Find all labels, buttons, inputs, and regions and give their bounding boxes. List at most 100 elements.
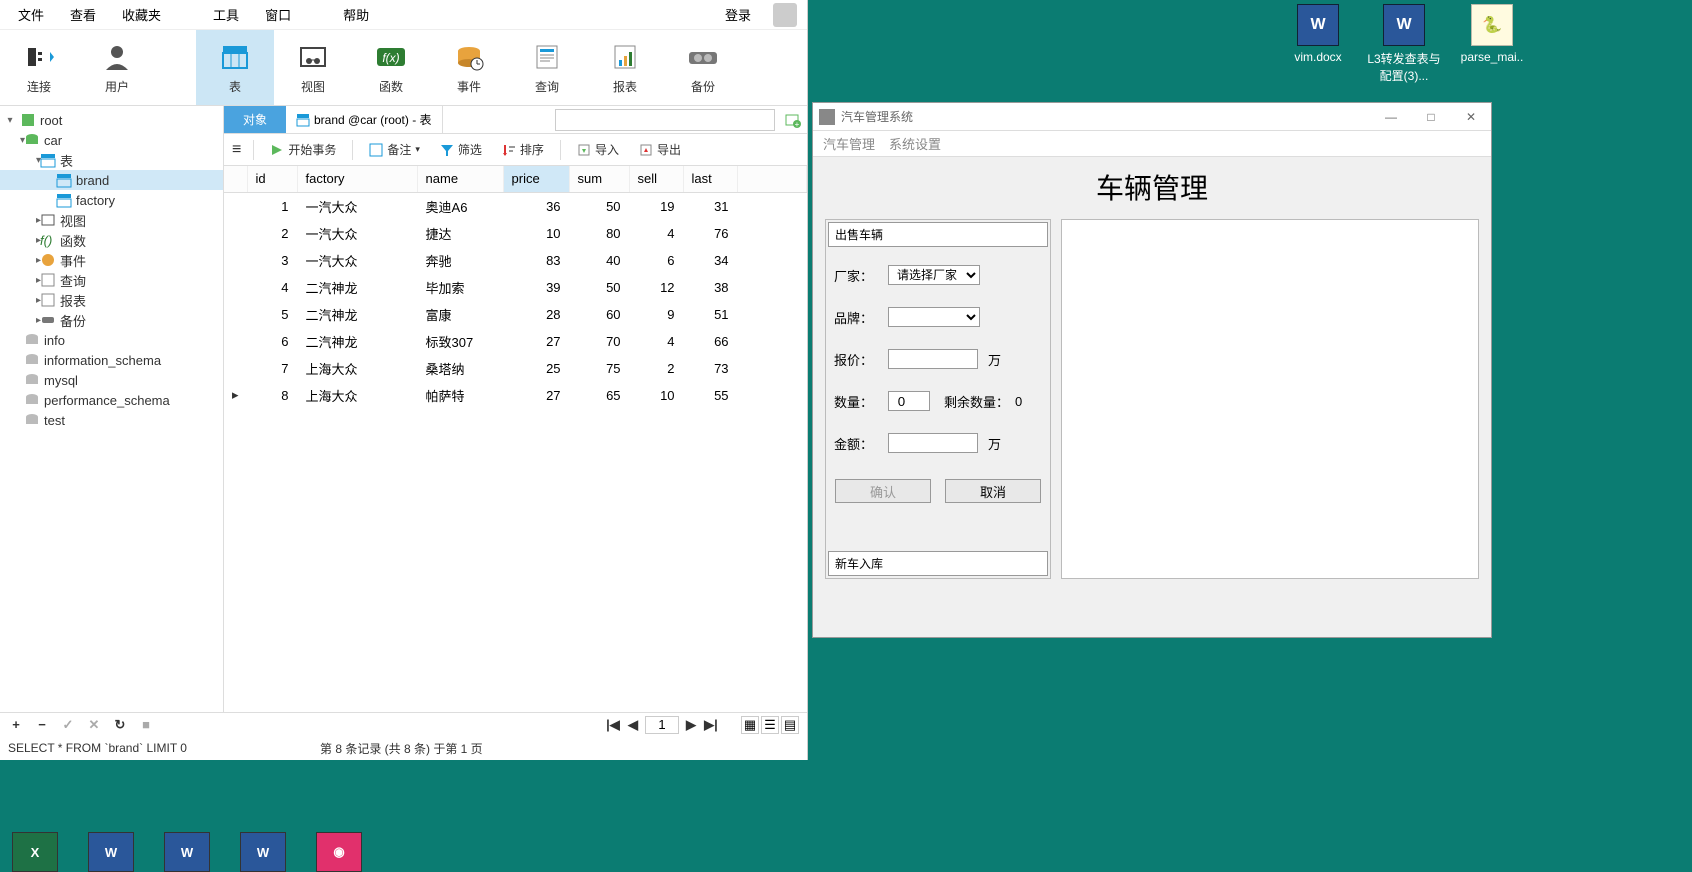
prev-page-button[interactable]: ◀ <box>625 717 641 733</box>
table-row[interactable]: 2一汽大众捷达 1080 476 <box>224 220 807 247</box>
filter-button[interactable]: 筛选 <box>436 139 486 160</box>
tab-objects[interactable]: 对象 <box>224 106 286 133</box>
menu-file[interactable]: 文件 <box>10 1 52 28</box>
toolbar-table-label: 表 <box>229 78 241 95</box>
maximize-button[interactable]: □ <box>1411 103 1451 131</box>
tree-queries[interactable]: ▸查询 <box>0 270 223 290</box>
toolbar-report[interactable]: 报表 <box>586 30 664 105</box>
table-row[interactable]: 7上海大众桑塔纳 2575 273 <box>224 355 807 382</box>
desktop-icon-vim[interactable]: W vim.docx <box>1280 4 1356 64</box>
grid-view-icon[interactable]: ▦ <box>741 716 759 734</box>
tree-reports[interactable]: ▸报表 <box>0 290 223 310</box>
hamburger-icon[interactable]: ≡ <box>232 141 241 159</box>
amount-input[interactable] <box>888 433 978 453</box>
table-row[interactable]: 1一汽大众奥迪A6 3650 1931 <box>224 192 807 220</box>
task-excel-icon[interactable]: X <box>12 832 58 872</box>
brand-select[interactable] <box>888 307 980 327</box>
desktop-icon-l3[interactable]: W L3转发查表与配置(3)... <box>1366 4 1442 84</box>
toolbar-table[interactable]: 表 <box>196 30 274 105</box>
commit-button[interactable]: ✓ <box>60 717 76 733</box>
tree-db-test[interactable]: test <box>0 410 223 430</box>
close-button[interactable]: ✕ <box>1451 103 1491 131</box>
tree-events[interactable]: ▸事件 <box>0 250 223 270</box>
col-last[interactable]: last <box>683 166 737 192</box>
last-page-button[interactable]: ▶| <box>703 717 719 733</box>
table-row[interactable]: 5二汽神龙富康 2860 951 <box>224 301 807 328</box>
avatar-icon[interactable] <box>773 3 797 27</box>
newcar-section-header[interactable]: 新车入库 <box>828 551 1048 576</box>
form-view-icon[interactable]: ☰ <box>761 716 779 734</box>
factory-label: 厂家： <box>834 266 882 285</box>
toolbar-backup[interactable]: 备份 <box>664 30 742 105</box>
tree-backups[interactable]: ▸备份 <box>0 310 223 330</box>
import-button[interactable]: 导入 <box>573 139 623 160</box>
tree-tables[interactable]: ▾表 <box>0 150 223 170</box>
cancel-button[interactable]: ✕ <box>86 717 102 733</box>
tree-views[interactable]: ▸视图 <box>0 210 223 230</box>
tree-db-mysql[interactable]: mysql <box>0 370 223 390</box>
sort-button[interactable]: 排序 <box>498 139 548 160</box>
task-app-icon[interactable]: ◉ <box>316 832 362 872</box>
menu-help[interactable]: 帮助 <box>335 1 377 28</box>
add-row-button[interactable]: + <box>8 717 24 732</box>
qty-input[interactable] <box>888 391 930 411</box>
toolbar-query[interactable]: 查询 <box>508 30 586 105</box>
col-factory[interactable]: factory <box>297 166 417 192</box>
task-word-icon-3[interactable]: W <box>240 832 286 872</box>
menu-view[interactable]: 查看 <box>62 1 104 28</box>
form-cancel-button[interactable]: 取消 <box>945 479 1041 503</box>
menu-window[interactable]: 窗口 <box>257 1 299 28</box>
tree-root[interactable]: ▾root <box>0 110 223 130</box>
col-id[interactable]: id <box>247 166 297 192</box>
tree-functions[interactable]: ▸f()函数 <box>0 230 223 250</box>
search-input[interactable] <box>555 109 775 131</box>
delete-row-button[interactable]: − <box>34 717 50 732</box>
data-table[interactable]: id factory name price sum sell last 1一汽大… <box>224 166 807 712</box>
table-row[interactable]: 3一汽大众奔驰 8340 634 <box>224 247 807 274</box>
toolbar-events[interactable]: 事件 <box>430 30 508 105</box>
remark-button[interactable]: 备注▾ <box>365 139 424 160</box>
remain-label: 剩余数量： <box>944 392 1009 411</box>
next-page-button[interactable]: ▶ <box>683 717 699 733</box>
table-row[interactable]: 6二汽神龙标致307 2770 466 <box>224 328 807 355</box>
menu-car-manage[interactable]: 汽车管理 <box>823 134 875 153</box>
tree-db-info[interactable]: info <box>0 330 223 350</box>
text-view-icon[interactable]: ▤ <box>781 716 799 734</box>
price-input[interactable] <box>888 349 978 369</box>
tree-db-car[interactable]: ▾car <box>0 130 223 150</box>
tree-db-performance-schema[interactable]: performance_schema <box>0 390 223 410</box>
table-row[interactable]: ▸ 8上海大众帕萨特 2765 1055 <box>224 382 807 409</box>
login-link[interactable]: 登录 <box>717 1 759 28</box>
new-tab-button[interactable]: + <box>779 106 807 133</box>
col-sell[interactable]: sell <box>629 166 683 192</box>
action-bar: ≡ 开始事务 备注▾ 筛选 排序 导入 导出 <box>224 134 807 166</box>
sell-section-header[interactable]: 出售车辆 <box>828 222 1048 247</box>
desktop-icon-parse[interactable]: 🐍 parse_mai.. <box>1454 4 1530 64</box>
toolbar-functions[interactable]: f(x) 函数 <box>352 30 430 105</box>
menu-tools[interactable]: 工具 <box>205 1 247 28</box>
toolbar-views[interactable]: 视图 <box>274 30 352 105</box>
toolbar-connect[interactable]: 连接 <box>0 30 78 105</box>
tree-db-information-schema[interactable]: information_schema <box>0 350 223 370</box>
menu-system-settings[interactable]: 系统设置 <box>889 134 941 153</box>
tree-table-brand[interactable]: brand <box>0 170 223 190</box>
confirm-button[interactable]: 确认 <box>835 479 931 503</box>
factory-select[interactable]: 请选择厂家 <box>888 265 980 285</box>
tree-table-factory[interactable]: factory <box>0 190 223 210</box>
stop-button[interactable]: ■ <box>138 717 154 732</box>
task-word-icon[interactable]: W <box>88 832 134 872</box>
col-price[interactable]: price <box>503 166 569 192</box>
col-sum[interactable]: sum <box>569 166 629 192</box>
page-input[interactable] <box>645 716 679 734</box>
begin-transaction-button[interactable]: 开始事务 <box>266 139 340 160</box>
tab-brand[interactable]: brand @car (root) - 表 <box>286 106 443 133</box>
menu-favorites[interactable]: 收藏夹 <box>114 1 169 28</box>
task-word-icon-2[interactable]: W <box>164 832 210 872</box>
toolbar-user[interactable]: 用户 <box>78 30 156 105</box>
export-button[interactable]: 导出 <box>635 139 685 160</box>
refresh-button[interactable]: ↻ <box>112 717 128 733</box>
table-row[interactable]: 4二汽神龙毕加索 3950 1238 <box>224 274 807 301</box>
col-name[interactable]: name <box>417 166 503 192</box>
minimize-button[interactable]: — <box>1371 103 1411 131</box>
first-page-button[interactable]: |◀ <box>605 717 621 733</box>
